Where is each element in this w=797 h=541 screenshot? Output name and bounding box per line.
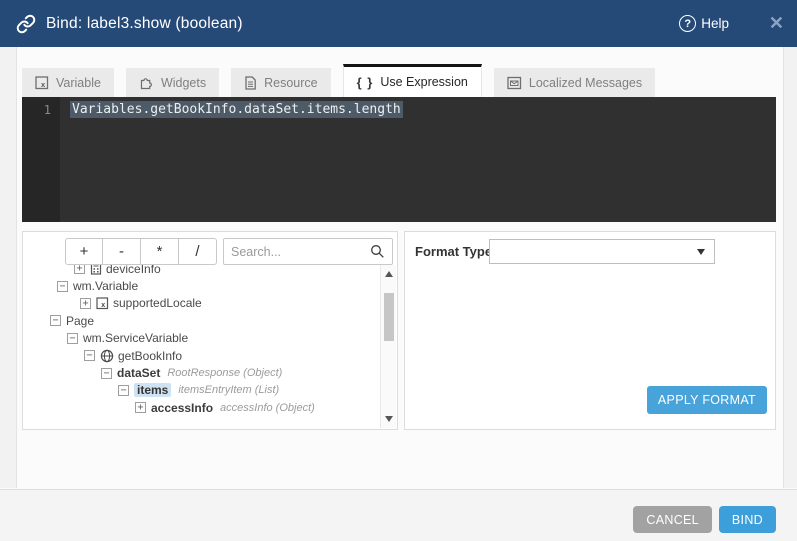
left-page-gutter xyxy=(0,47,17,488)
tree-node-label: Page xyxy=(66,314,94,328)
dialog-title: Bind: label3.show (boolean) xyxy=(46,15,243,33)
tree-row-items-selected[interactable]: − items itemsEntryItem (List) xyxy=(24,382,379,399)
resource-icon xyxy=(244,76,257,90)
expand-icon[interactable]: + xyxy=(135,402,146,413)
tree-row-getbookinfo[interactable]: − getBookInfo xyxy=(24,347,379,364)
variable-tree-panel: + - * / + deviceInfo − xyxy=(22,231,398,430)
variable-icon: x xyxy=(35,76,49,90)
tree-node-label: wm.Variable xyxy=(73,279,138,293)
operator-button-group: + - * / xyxy=(65,238,217,265)
tab-label: Use Expression xyxy=(380,75,468,89)
cancel-button[interactable]: CANCEL xyxy=(633,506,712,533)
braces-icon: { } xyxy=(357,75,374,90)
close-icon[interactable]: ✕ xyxy=(769,0,784,47)
tree-row-accessinfo[interactable]: + accessInfo accessInfo (Object) xyxy=(24,399,379,416)
search-input[interactable] xyxy=(231,245,370,259)
help-label: Help xyxy=(701,16,729,31)
tab-resource[interactable]: Resource xyxy=(231,68,331,97)
format-panel: Format Type APPLY FORMAT xyxy=(404,231,776,430)
expression-code-input[interactable]: Variables.getBookInfo.dataSet.items.leng… xyxy=(60,97,776,222)
selected-tree-node-label: items xyxy=(134,383,171,397)
tree-node-type: RootResponse (Object) xyxy=(167,367,282,379)
help-button[interactable]: ? Help xyxy=(679,0,729,47)
variable-icon: x xyxy=(96,297,109,310)
apply-format-button[interactable]: APPLY FORMAT xyxy=(647,386,767,414)
svg-text:x: x xyxy=(41,80,46,89)
dialog-footer: CANCEL BIND xyxy=(0,489,797,541)
globe-icon xyxy=(100,349,114,363)
tree-row-page[interactable]: − Page xyxy=(24,312,379,329)
tree-row-wm-servicevariable[interactable]: − wm.ServiceVariable xyxy=(24,330,379,347)
bind-dialog: Bind: label3.show (boolean) ? Help ✕ x V… xyxy=(0,0,797,541)
tree-node-label: deviceInfo xyxy=(106,265,161,276)
tree-node-type: accessInfo (Object) xyxy=(220,402,315,414)
device-icon xyxy=(90,265,102,275)
tree-row-deviceinfo[interactable]: + deviceInfo xyxy=(24,265,379,277)
collapse-icon[interactable]: − xyxy=(101,368,112,379)
format-type-select[interactable] xyxy=(489,239,715,264)
multiply-operator-button[interactable]: * xyxy=(141,238,179,265)
dialog-titlebar: Bind: label3.show (boolean) ? Help ✕ xyxy=(0,0,797,47)
tree-node-label: wm.ServiceVariable xyxy=(83,331,188,345)
tree-node-label: getBookInfo xyxy=(118,349,182,363)
scroll-down-icon[interactable] xyxy=(381,412,396,426)
help-icon: ? xyxy=(679,15,696,32)
expand-icon[interactable]: + xyxy=(80,298,91,309)
scroll-up-icon[interactable] xyxy=(381,267,396,281)
expression-editor: 1 Variables.getBookInfo.dataSet.items.le… xyxy=(22,97,776,222)
caret-down-icon xyxy=(697,249,705,255)
right-page-gutter xyxy=(783,47,797,488)
expand-icon[interactable]: + xyxy=(74,265,85,274)
localized-messages-icon xyxy=(507,76,522,90)
tab-localized-messages[interactable]: Localized Messages xyxy=(494,68,655,97)
scrollbar-thumb[interactable] xyxy=(384,293,394,341)
tree-node-label: dataSet xyxy=(117,366,160,380)
variable-tree: + deviceInfo − wm.Variable + x supported… xyxy=(24,265,379,428)
tab-use-expression[interactable]: { } Use Expression xyxy=(343,64,482,97)
svg-text:x: x xyxy=(101,302,105,309)
tab-label: Localized Messages xyxy=(529,76,642,90)
divide-operator-button[interactable]: / xyxy=(179,238,217,265)
tree-scrollbar[interactable] xyxy=(380,265,396,428)
tree-node-type: itemsEntryItem (List) xyxy=(178,384,279,396)
collapse-icon[interactable]: − xyxy=(57,281,68,292)
format-type-label: Format Type xyxy=(415,244,492,259)
collapse-icon[interactable]: − xyxy=(67,333,78,344)
widgets-icon xyxy=(139,75,154,90)
search-icon xyxy=(370,244,385,259)
collapse-icon[interactable]: − xyxy=(118,385,129,396)
collapse-icon[interactable]: − xyxy=(84,350,95,361)
tree-search-box xyxy=(223,238,393,265)
tree-row-supportedlocale[interactable]: + x supportedLocale xyxy=(24,295,379,312)
tab-label: Variable xyxy=(56,76,101,90)
bind-button[interactable]: BIND xyxy=(719,506,776,533)
selected-expression-text: Variables.getBookInfo.dataSet.items.leng… xyxy=(70,101,403,118)
tab-label: Widgets xyxy=(161,76,206,90)
tree-row-wm-variable[interactable]: − wm.Variable xyxy=(24,277,379,294)
tree-node-label: accessInfo xyxy=(151,401,213,415)
tree-row-dataset[interactable]: − dataSet RootResponse (Object) xyxy=(24,364,379,381)
plus-operator-button[interactable]: + xyxy=(65,238,103,265)
tree-node-label: supportedLocale xyxy=(113,296,202,310)
bind-tabs: x Variable Widgets Resource { } Use Expr… xyxy=(22,64,655,97)
collapse-icon[interactable]: − xyxy=(50,315,61,326)
tab-variable[interactable]: x Variable xyxy=(22,68,114,97)
tab-label: Resource xyxy=(264,76,318,90)
minus-operator-button[interactable]: - xyxy=(103,238,141,265)
editor-line-number: 1 xyxy=(22,97,60,222)
tab-widgets[interactable]: Widgets xyxy=(126,68,219,97)
link-icon xyxy=(16,14,36,34)
